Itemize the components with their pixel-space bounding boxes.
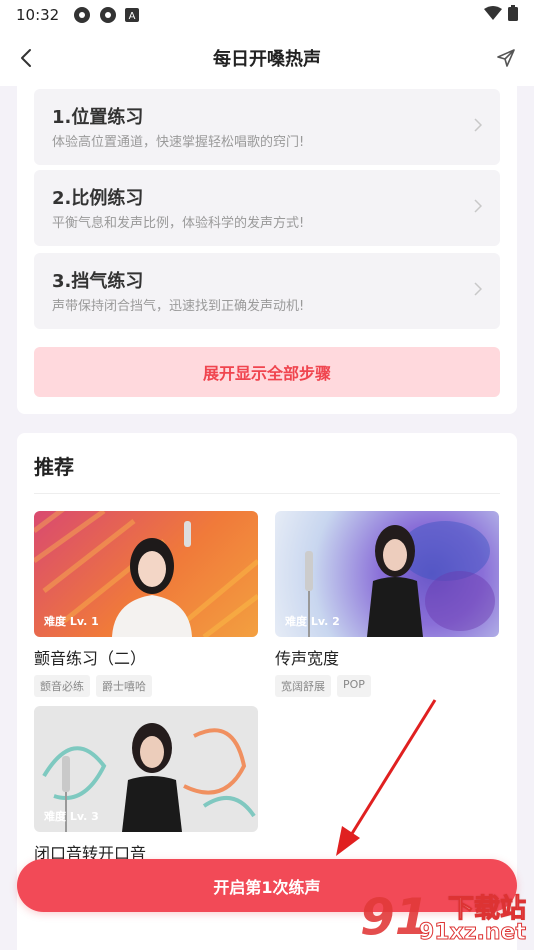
watermark-logo: 91 下载站 91xz.net <box>360 888 530 948</box>
step-title: 1.位置练习 <box>52 107 144 128</box>
back-button[interactable] <box>12 44 40 72</box>
tag: 宽阔舒展 <box>275 675 331 697</box>
recommend-title: 推荐 <box>34 455 74 479</box>
step-title: 2.比例练习 <box>52 188 144 209</box>
chevron-right-icon <box>474 117 483 136</box>
step-desc: 声带保持闭合挡气，迅速找到正确发声动机! <box>52 299 305 314</box>
tag: POP <box>337 675 371 697</box>
status-time: 10:32 <box>16 6 60 24</box>
recommend-item-2[interactable]: 难度 Lv. 2 传声宽度 宽阔舒展 POP <box>275 511 499 697</box>
watermark-url: 91xz.net <box>418 920 526 946</box>
page-title: 每日开嗓热声 <box>213 49 321 70</box>
chevron-right-icon <box>474 281 483 300</box>
steps-card: 1.位置练习 体验高位置通道，快速掌握轻松唱歌的窍门! 2.比例练习 平衡气息和… <box>17 86 517 414</box>
step-desc: 体验高位置通道，快速掌握轻松唱歌的窍门! <box>52 135 305 150</box>
nav-bar: 每日开嗓热声 <box>0 30 534 86</box>
divider <box>34 493 500 494</box>
recommend-item-3[interactable]: 难度 Lv. 3 闭口音转开口音 <box>34 706 258 864</box>
item-title: 颤音练习（二） <box>34 649 147 668</box>
step-item-2[interactable]: 2.比例练习 平衡气息和发声比例，体验科学的发声方式! <box>34 170 500 246</box>
share-button[interactable] <box>492 44 520 72</box>
a-notification-icon: A <box>125 8 140 22</box>
chevron-right-icon <box>474 198 483 217</box>
wifi-icon <box>484 6 502 24</box>
expand-all-steps-button[interactable]: 展开显示全部步骤 <box>34 347 500 397</box>
item-title: 传声宽度 <box>275 649 340 668</box>
send-icon <box>497 49 515 67</box>
battery-icon <box>508 5 518 25</box>
step-title: 3.挡气练习 <box>52 271 144 292</box>
level-badge: 难度 Lv. 1 <box>44 615 99 628</box>
app-notification-icon <box>73 6 91 24</box>
app-notification-icon <box>99 6 117 24</box>
tag: 爵士嘻哈 <box>96 675 152 697</box>
tag: 颤音必练 <box>34 675 90 697</box>
svg-text:A: A <box>129 11 136 22</box>
status-bar: 10:32 A <box>0 0 534 30</box>
step-item-3[interactable]: 3.挡气练习 声带保持闭合挡气，迅速找到正确发声动机! <box>34 253 500 329</box>
thumbnail-image: 难度 Lv. 3 <box>34 706 258 832</box>
step-desc: 平衡气息和发声比例，体验科学的发声方式! <box>52 216 305 231</box>
thumbnail-image: 难度 Lv. 1 <box>34 511 258 637</box>
recommend-item-1[interactable]: 难度 Lv. 1 颤音练习（二） 颤音必练 爵士嘻哈 <box>34 511 258 697</box>
level-badge: 难度 Lv. 3 <box>44 810 99 823</box>
chevron-left-icon <box>21 49 31 67</box>
thumbnail-image: 难度 Lv. 2 <box>275 511 499 637</box>
level-badge: 难度 Lv. 2 <box>285 615 340 628</box>
step-item-1[interactable]: 1.位置练习 体验高位置通道，快速掌握轻松唱歌的窍门! <box>34 89 500 165</box>
